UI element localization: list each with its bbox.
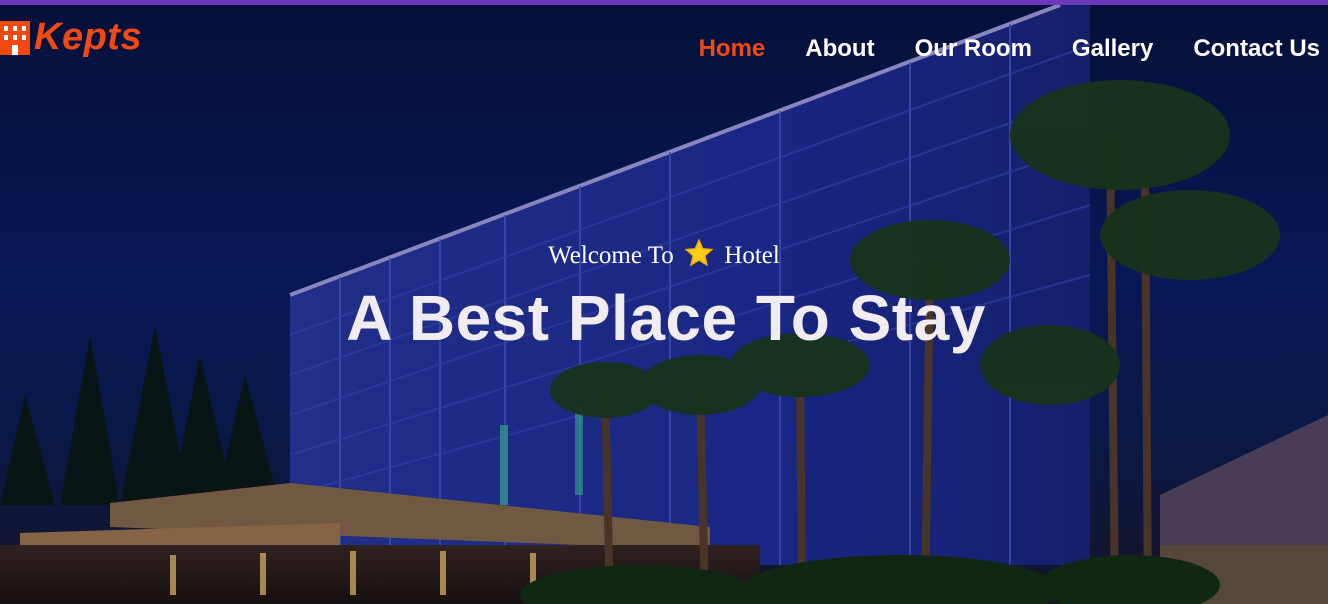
nav-item-our-room[interactable]: Our Room [915, 34, 1032, 64]
star-icon [684, 238, 714, 267]
hotel-icon [0, 21, 30, 55]
nav-item-gallery[interactable]: Gallery [1072, 34, 1153, 64]
welcome-text: Welcome To Hotel [0, 238, 1328, 270]
brand-logo[interactable]: Kepts [0, 17, 142, 57]
welcome-prefix: Welcome To [548, 242, 674, 269]
page: Kepts Home About Our Room Gallery Contac… [0, 0, 1328, 604]
hero-headline: A Best Place To Stay [346, 282, 986, 354]
nav-item-home[interactable]: Home [699, 34, 766, 64]
main-nav: Home About Our Room Gallery Contact Us [659, 34, 1320, 64]
welcome-suffix: Hotel [724, 242, 780, 269]
nav-item-contact-us[interactable]: Contact Us [1193, 34, 1320, 64]
nav-item-about[interactable]: About [805, 34, 874, 64]
brand-name: Kepts [34, 16, 143, 58]
